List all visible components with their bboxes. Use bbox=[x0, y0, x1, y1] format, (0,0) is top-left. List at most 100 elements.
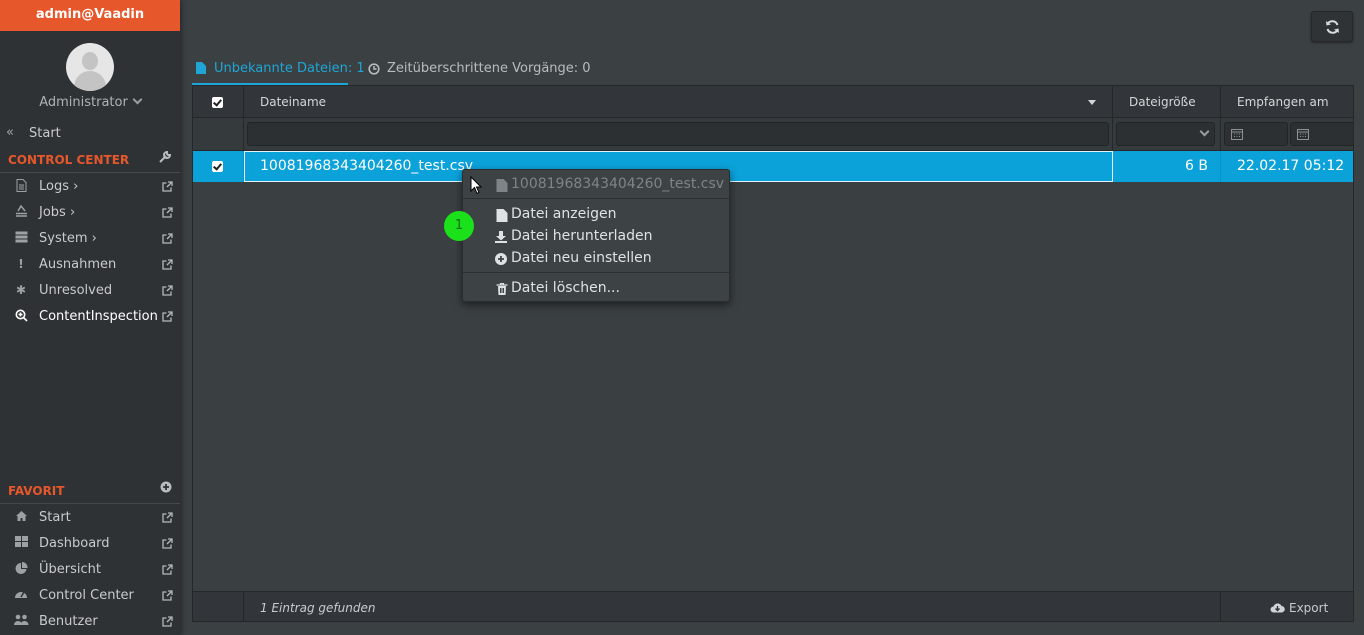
table-row[interactable]: 10081968343404260_test.csv 6 B 22.02.17 … bbox=[193, 151, 1353, 182]
sidebar-item-benutzer[interactable]: Benutzer bbox=[0, 609, 180, 635]
external-link-icon[interactable] bbox=[162, 512, 173, 523]
sidebar-item-control-center[interactable]: Control Center bbox=[0, 583, 180, 609]
avatar[interactable] bbox=[66, 43, 114, 91]
sidebar-item-label: System bbox=[39, 231, 88, 246]
filter-dateigroesse-select[interactable] bbox=[1116, 122, 1215, 146]
filter-date-cell bbox=[1221, 118, 1353, 151]
sidebar-item-label: Übersicht bbox=[39, 562, 101, 577]
external-link-icon[interactable] bbox=[162, 538, 173, 549]
section-favorit: FAVORIT bbox=[0, 478, 180, 504]
external-link-icon[interactable] bbox=[162, 616, 173, 627]
section-title: FAVORIT bbox=[8, 484, 65, 498]
context-menu-header: 10081968343404260_test.csv bbox=[463, 174, 731, 196]
column-label: Dateigröße bbox=[1129, 95, 1196, 109]
sidebar-item-label: Dashboard bbox=[39, 536, 110, 551]
file-icon bbox=[496, 209, 508, 222]
external-link-icon[interactable] bbox=[162, 311, 173, 322]
asterisk-icon: ✱ bbox=[15, 283, 27, 297]
cloud-download-icon bbox=[1270, 603, 1285, 613]
calendar-icon[interactable] bbox=[1231, 128, 1243, 140]
sidebar-item-jobs[interactable]: Jobs › bbox=[0, 200, 180, 226]
menu-item-label: Datei herunterladen bbox=[511, 228, 653, 244]
start-link-label: Start bbox=[29, 126, 61, 141]
user-bar[interactable]: admin@Vaadin bbox=[0, 0, 180, 31]
row-checkbox[interactable] bbox=[212, 161, 223, 172]
tab-label: Zeitüberschrittene Vorgänge: 0 bbox=[387, 61, 591, 76]
tab-unbekannte-dateien[interactable]: Unbekannte Dateien: 1 bbox=[192, 56, 365, 85]
trash-icon bbox=[496, 283, 508, 295]
double-angle-left-icon: « bbox=[6, 125, 14, 140]
grid-footer: 1 Eintrag gefunden Export bbox=[193, 591, 1353, 621]
filter-date-to[interactable] bbox=[1290, 122, 1353, 146]
external-link-icon[interactable] bbox=[162, 259, 173, 270]
users-icon bbox=[13, 614, 29, 629]
sidebar-item-unresolved[interactable]: ✱ Unresolved bbox=[0, 278, 180, 304]
files-grid: Dateiname Dateigröße Empfangen am 100819… bbox=[192, 85, 1354, 622]
select-all-cell[interactable] bbox=[193, 86, 244, 118]
sidebar-item-uebersicht[interactable]: Übersicht bbox=[0, 557, 180, 583]
download-icon bbox=[495, 231, 507, 243]
sidebar-item-system[interactable]: System › bbox=[0, 226, 180, 252]
column-header-dateigroesse[interactable]: Dateigröße bbox=[1113, 86, 1221, 118]
sidebar-item-contentinspection[interactable]: ContentInspection bbox=[0, 304, 180, 330]
exclamation-icon: ! bbox=[18, 257, 24, 271]
server-icon bbox=[13, 231, 29, 246]
pie-chart-icon bbox=[13, 561, 29, 578]
external-link-icon[interactable] bbox=[162, 564, 173, 575]
file-icon bbox=[196, 62, 206, 74]
filter-date-from[interactable] bbox=[1224, 122, 1288, 146]
start-link[interactable]: « Start bbox=[0, 124, 180, 144]
external-link-icon[interactable] bbox=[162, 233, 173, 244]
column-header-empfangen-am[interactable]: Empfangen am bbox=[1221, 86, 1353, 118]
menu-item-datei-anzeigen[interactable]: Datei anzeigen bbox=[463, 204, 731, 226]
tab-zeitueberschrittene-vorgaenge[interactable]: Zeitüberschrittene Vorgänge: 0 bbox=[364, 56, 591, 85]
row-select-cell[interactable] bbox=[193, 151, 244, 182]
result-count: 1 Eintrag gefunden bbox=[260, 601, 376, 615]
refresh-button[interactable] bbox=[1311, 11, 1353, 42]
sidebar-item-start[interactable]: Start bbox=[0, 505, 180, 531]
sidebar-item-ausnahmen[interactable]: ! Ausnahmen bbox=[0, 252, 180, 278]
sidebar-item-label: Logs bbox=[39, 179, 69, 194]
menu-item-label: Datei neu einstellen bbox=[511, 250, 652, 266]
filter-spacer bbox=[193, 118, 244, 151]
external-link-icon[interactable] bbox=[162, 285, 173, 296]
sidebar-item-label: Unresolved bbox=[39, 283, 113, 298]
step-badge: 1 bbox=[444, 211, 474, 241]
wrench-icon[interactable] bbox=[158, 150, 172, 168]
sidebar-item-logs[interactable]: Logs › bbox=[0, 174, 180, 200]
file-icon bbox=[496, 179, 508, 192]
sidebar-item-label: Ausnahmen bbox=[39, 257, 117, 272]
favorit-menu: Start Dashboard Übersicht Control Center… bbox=[0, 505, 180, 635]
filter-dateiname-input[interactable] bbox=[247, 122, 1109, 146]
context-menu-title: 10081968343404260_test.csv bbox=[511, 176, 725, 192]
cell-empfangen-am[interactable]: 22.02.17 05:12 bbox=[1221, 151, 1353, 182]
user-menu[interactable]: Administrator bbox=[0, 94, 180, 110]
menu-item-label: Datei löschen... bbox=[511, 280, 620, 296]
received-text: 22.02.17 05:12 bbox=[1237, 158, 1345, 174]
dashboard-icon bbox=[13, 536, 29, 550]
file-text-icon bbox=[13, 179, 29, 195]
menu-item-datei-neu-einstellen[interactable]: Datei neu einstellen bbox=[463, 248, 731, 270]
external-link-icon[interactable] bbox=[162, 590, 173, 601]
filter-dateigroesse-cell bbox=[1113, 118, 1221, 151]
grid-header: Dateiname Dateigröße Empfangen am bbox=[193, 86, 1353, 118]
sidebar-item-label: ContentInspection bbox=[39, 309, 158, 324]
cell-dateigroesse[interactable]: 6 B bbox=[1113, 151, 1221, 182]
chevron-down-icon bbox=[1199, 126, 1210, 137]
plus-circle-icon[interactable] bbox=[160, 481, 172, 497]
column-label: Dateiname bbox=[260, 95, 327, 109]
clock-icon bbox=[368, 63, 380, 75]
home-icon bbox=[13, 510, 29, 525]
calendar-icon[interactable] bbox=[1297, 128, 1309, 140]
external-link-icon[interactable] bbox=[162, 207, 173, 218]
sort-desc-icon[interactable] bbox=[1088, 100, 1096, 105]
sidebar-item-label: Jobs bbox=[39, 205, 66, 220]
select-all-checkbox[interactable] bbox=[212, 97, 223, 108]
sidebar-item-dashboard[interactable]: Dashboard bbox=[0, 531, 180, 557]
size-text: 6 B bbox=[1185, 158, 1208, 174]
external-link-icon[interactable] bbox=[162, 181, 173, 192]
column-header-dateiname[interactable]: Dateiname bbox=[244, 86, 1113, 118]
menu-item-datei-herunterladen[interactable]: Datei herunterladen bbox=[463, 226, 731, 248]
tab-label: Unbekannte Dateien: 1 bbox=[214, 61, 365, 76]
menu-item-datei-loeschen[interactable]: Datei löschen... bbox=[463, 278, 731, 300]
